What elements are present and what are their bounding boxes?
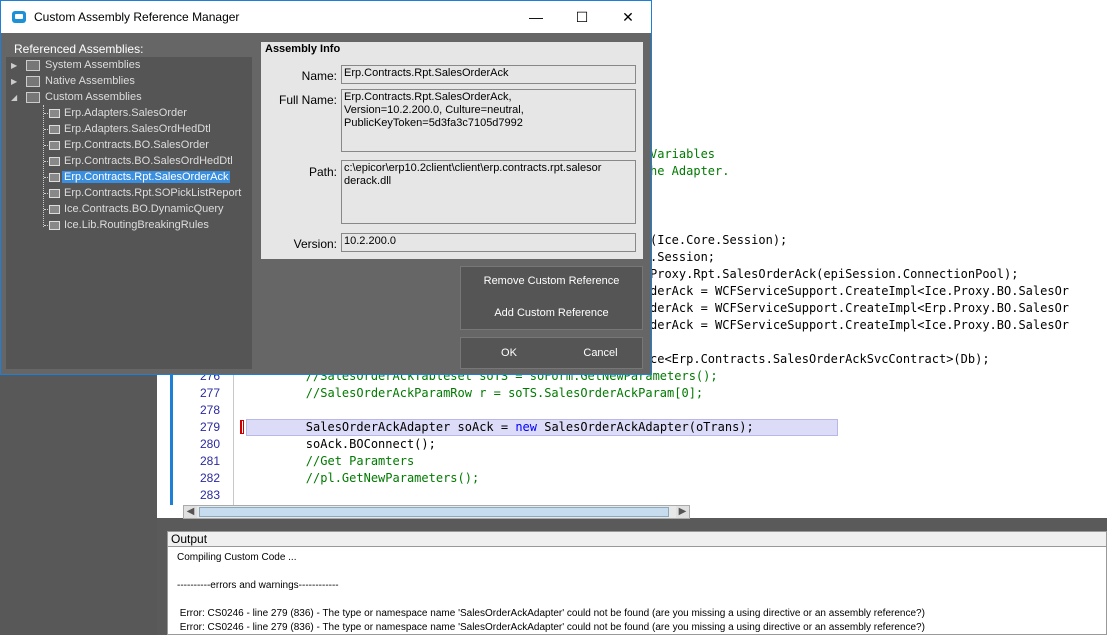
assembly-reference-dialog: Custom Assembly Reference Manager — ☐ ✕ …	[0, 0, 652, 375]
tree-connector	[44, 177, 48, 178]
output-panel: Output Compiling Custom Code ... --------…	[167, 531, 1107, 635]
assembly-icon	[49, 157, 60, 166]
tree-item-assembly[interactable]: Ice.Contracts.BO.DynamicQuery	[64, 203, 224, 215]
horizontal-scrollbar[interactable]: ◀ ▶	[183, 505, 690, 519]
output-line: ----------errors and warnings-----------…	[177, 580, 339, 591]
tree-connector	[44, 161, 48, 162]
code-line[interactable]: ce<Erp.Contracts.SalesOrderAckSvcContrac…	[650, 352, 990, 366]
name-field[interactable]: Erp.Contracts.Rpt.SalesOrderAck	[341, 65, 636, 84]
info-title: Assembly Info	[265, 43, 341, 55]
cancel-button[interactable]: Cancel	[557, 338, 644, 368]
tree-item-assembly[interactable]: Erp.Adapters.SalesOrdHedDtl	[64, 123, 211, 135]
line-number: 278	[199, 403, 220, 417]
path-label: Path:	[308, 165, 337, 179]
output-line: Error: CS0246 - line 279 (836) - The typ…	[177, 608, 925, 619]
fullname-field[interactable]: Erp.Contracts.Rpt.SalesOrderAck, Version…	[341, 89, 636, 152]
assembly-icon	[49, 141, 60, 150]
code-line[interactable]: derAck = WCFServiceSupport.CreateImpl<Ic…	[650, 284, 1069, 298]
add-custom-reference-button[interactable]: Add Custom Reference	[461, 307, 642, 319]
code-line[interactable]: (Ice.Core.Session);	[650, 233, 787, 247]
close-button[interactable]: ✕	[605, 1, 651, 33]
minimize-button[interactable]: —	[513, 1, 559, 33]
code-line[interactable]: Variables	[650, 147, 715, 161]
code-line[interactable]: derAck = WCFServiceSupport.CreateImpl<Ic…	[650, 318, 1069, 332]
code-line-279[interactable]: SalesOrderAckAdapter soAck = new SalesOr…	[248, 420, 754, 434]
code-line[interactable]: he Adapter.	[650, 164, 729, 178]
assembly-icon	[49, 173, 60, 182]
name-label: Name:	[301, 69, 337, 83]
tree-label: Referenced Assemblies:	[14, 42, 144, 56]
tree-group-native[interactable]: Native Assemblies	[45, 75, 135, 87]
title-bar[interactable]: Custom Assembly Reference Manager — ☐ ✕	[1, 1, 651, 33]
scroll-right-icon[interactable]: ▶	[676, 506, 689, 518]
output-line: Error: CS0246 - line 279 (836) - The typ…	[177, 622, 925, 633]
scroll-thumb[interactable]	[199, 507, 669, 517]
code-line[interactable]: Proxy.Rpt.SalesOrderAck(epiSession.Conne…	[650, 267, 1018, 281]
code-line[interactable]: //pl.GetNewParameters();	[248, 471, 479, 485]
path-field[interactable]: c:\epicor\erp10.2client\client\erp.contr…	[341, 160, 636, 224]
tree-item-assembly[interactable]: Erp.Contracts.Rpt.SOPickListReport	[64, 187, 241, 199]
tree-item-assembly[interactable]: Erp.Contracts.BO.SalesOrdHedDtl	[64, 155, 233, 167]
tree-connector	[44, 145, 48, 146]
folder-icon	[26, 60, 40, 71]
maximize-button[interactable]: ☐	[559, 1, 605, 33]
ok-button[interactable]: OK	[461, 338, 557, 368]
assembly-icon	[49, 109, 60, 118]
expand-arrow-icon[interactable]: ▶	[11, 77, 17, 86]
folder-icon	[26, 92, 40, 103]
line-number: 277	[199, 386, 220, 400]
fullname-label: Full Name:	[278, 93, 337, 107]
line-number: 279	[199, 420, 220, 434]
line-number: 280	[199, 437, 220, 451]
expand-arrow-icon[interactable]: ▶	[11, 61, 17, 70]
tree-connector	[44, 113, 48, 114]
tree-item-assembly[interactable]: Ice.Lib.RoutingBreakingRules	[64, 219, 209, 231]
tree-item-assembly[interactable]: Erp.Adapters.SalesOrder	[64, 107, 187, 119]
tree-item-assembly[interactable]: Erp.Contracts.BO.SalesOrder	[64, 139, 209, 151]
code-line[interactable]: derAck = WCFServiceSupport.CreateImpl<Er…	[650, 301, 1069, 315]
code-line[interactable]: soAck.BOConnect();	[248, 437, 436, 451]
tree-connector	[44, 129, 48, 130]
dialog-title: Custom Assembly Reference Manager	[34, 10, 240, 24]
output-title: Output	[168, 532, 1106, 547]
assembly-icon	[49, 221, 60, 230]
custom-reference-button-group: Remove Custom Reference Add Custom Refer…	[460, 266, 643, 330]
ok-cancel-group: OK Cancel	[460, 337, 643, 369]
code-line[interactable]: //SalesOrderAckParamRow r = soTS.SalesOr…	[248, 386, 703, 400]
assembly-tree[interactable]: ▶ System Assemblies ▶ Native Assemblies …	[6, 57, 252, 369]
assembly-info-panel: Assembly Info Name: Erp.Contracts.Rpt.Sa…	[261, 42, 643, 259]
code-line[interactable]: .Session;	[650, 250, 715, 264]
tree-group-system[interactable]: System Assemblies	[45, 59, 140, 71]
line-number: 282	[199, 471, 220, 485]
text-cursor-icon	[240, 420, 244, 434]
remove-custom-reference-button[interactable]: Remove Custom Reference	[461, 275, 642, 287]
assembly-icon	[49, 125, 60, 134]
output-line: Compiling Custom Code ...	[177, 552, 297, 563]
line-number: 283	[199, 488, 220, 502]
assembly-icon	[49, 189, 60, 198]
tree-connector	[44, 209, 48, 210]
tree-connector	[44, 193, 48, 194]
folder-icon	[26, 76, 40, 87]
collapse-arrow-icon[interactable]: ◢	[11, 93, 17, 102]
version-field[interactable]: 10.2.200.0	[341, 233, 636, 252]
tree-group-custom[interactable]: Custom Assemblies	[45, 91, 142, 103]
line-number: 281	[199, 454, 220, 468]
assembly-icon	[49, 205, 60, 214]
scroll-left-icon[interactable]: ◀	[184, 506, 197, 518]
code-line[interactable]: //Get Paramters	[248, 454, 414, 468]
version-label: Version:	[293, 237, 337, 251]
app-icon	[12, 11, 26, 23]
tree-connector	[44, 225, 48, 226]
tree-item-assembly[interactable]: Erp.Contracts.Rpt.SalesOrderAck	[62, 171, 231, 183]
